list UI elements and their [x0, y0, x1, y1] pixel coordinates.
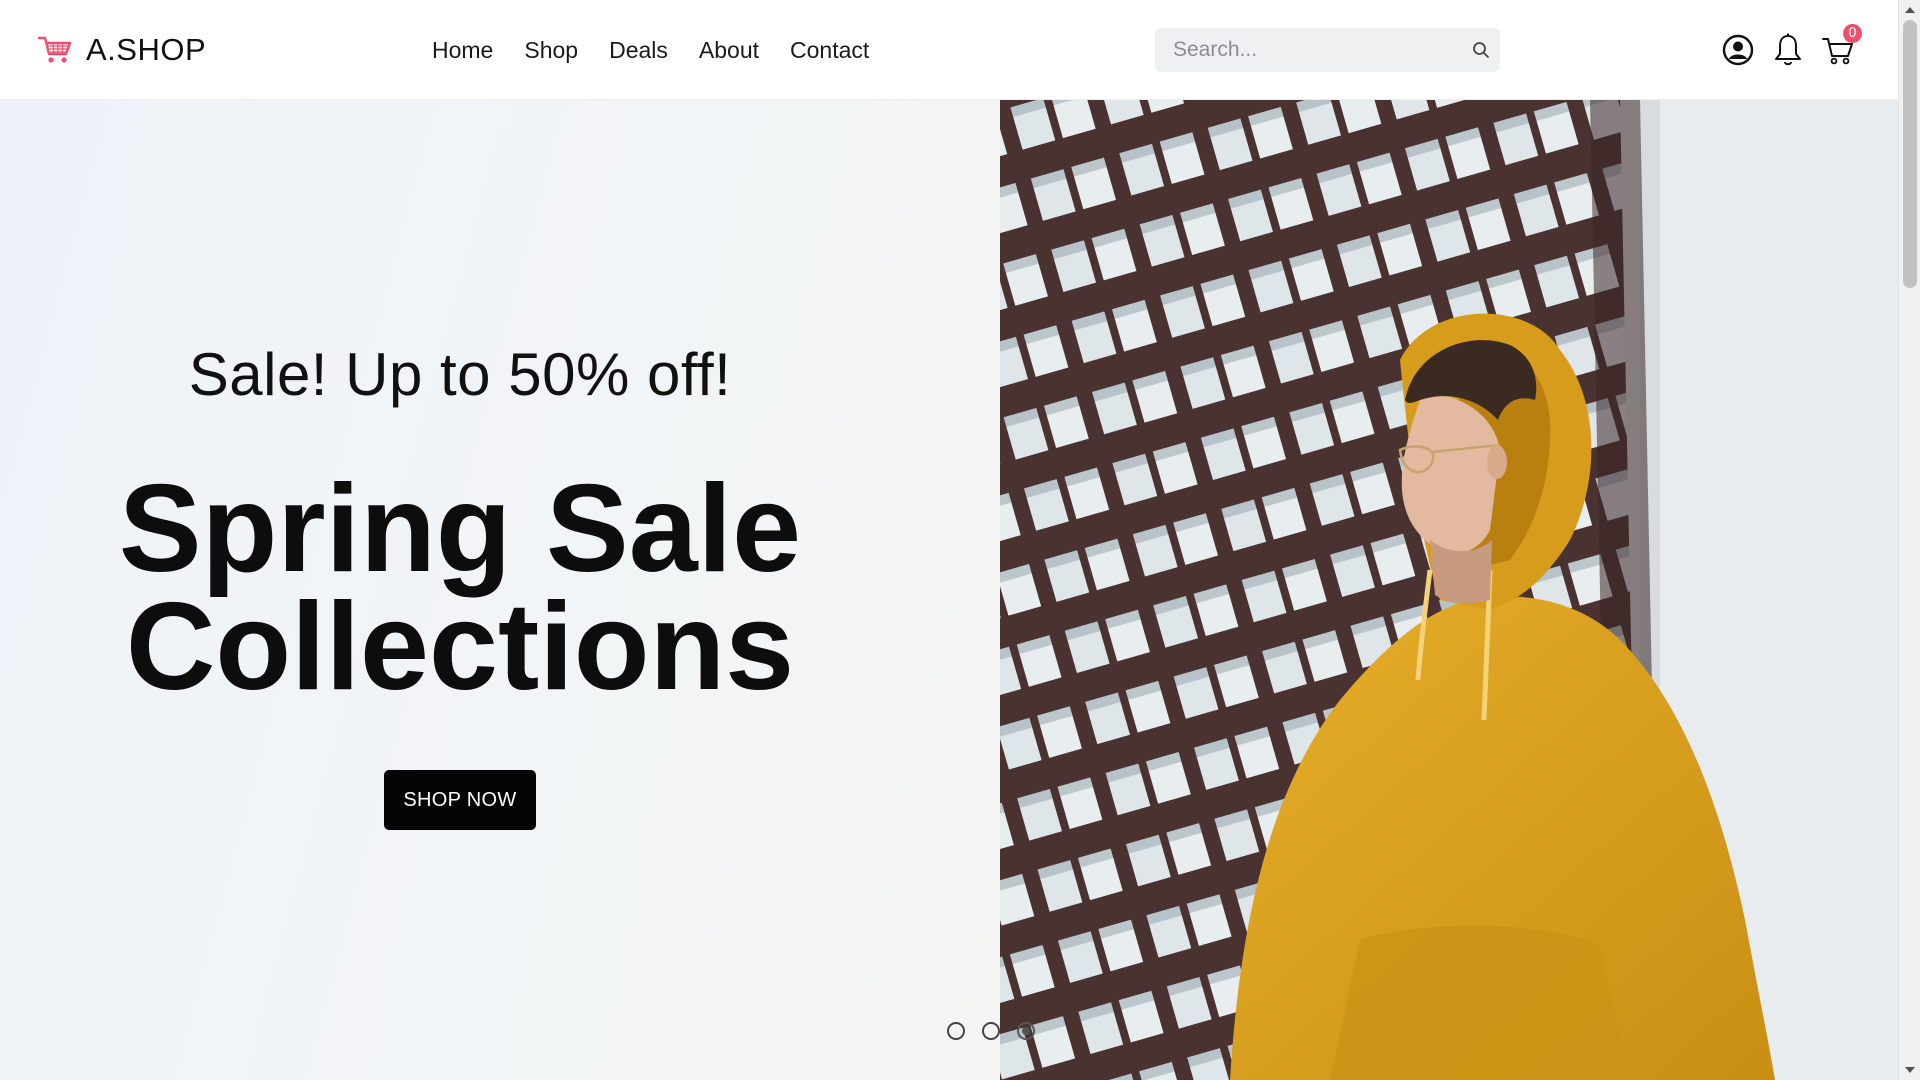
scrollbar-thumb[interactable] — [1903, 20, 1917, 288]
search-input[interactable] — [1155, 28, 1462, 72]
page-scrollbar[interactable] — [1898, 0, 1920, 1080]
carousel-dot-2[interactable] — [982, 1022, 1000, 1040]
hero-banner: Sale! Up to 50% off! Spring Sale Collect… — [0, 100, 1898, 1080]
carousel-dot-1[interactable] — [947, 1022, 965, 1040]
cart-count-badge: 0 — [1843, 24, 1862, 43]
page: A.SHOP Home Shop Deals About Contact Sea… — [0, 0, 1920, 1080]
nav-about-link[interactable]: About — [699, 34, 759, 66]
shopping-cart-icon — [38, 35, 72, 65]
man-in-yellow-hoodie-photo — [1000, 100, 1898, 1080]
nav-shop-link[interactable]: Shop — [524, 34, 578, 66]
brand-logo-link[interactable]: A.SHOP — [38, 30, 206, 70]
shop-now-button[interactable]: SHOP NOW — [384, 770, 536, 830]
site-header: A.SHOP Home Shop Deals About Contact Sea… — [0, 0, 1898, 100]
cart-icon[interactable]: 0 — [1822, 24, 1862, 70]
user-account-icon[interactable] — [1722, 30, 1754, 70]
notification-bell-icon[interactable] — [1772, 30, 1804, 70]
header-actions: 0 — [1722, 24, 1862, 70]
nav-deals-link[interactable]: Deals — [609, 34, 668, 66]
search-bar — [1155, 28, 1500, 72]
nav-home-link[interactable]: Home — [432, 34, 493, 66]
search-icon[interactable] — [1462, 28, 1500, 72]
hero-title-line-1: Spring Sale — [118, 460, 802, 598]
hero-title-line-2: Collections — [125, 578, 795, 716]
hero-image — [1000, 100, 1898, 1080]
hero-subtitle: Sale! Up to 50% off! — [188, 341, 732, 408]
scroll-down-arrow-icon[interactable] — [1899, 1060, 1920, 1080]
hero-text-panel: Sale! Up to 50% off! Spring Sale Collect… — [0, 100, 1000, 1080]
scroll-up-arrow-icon[interactable] — [1899, 0, 1920, 20]
brand-name: A.SHOP — [86, 32, 207, 67]
main-nav: Home Shop Deals About Contact — [432, 34, 869, 66]
carousel-indicators — [947, 1022, 1035, 1040]
hero-title: Spring Sale Collections — [0, 460, 920, 716]
carousel-dot-3-active[interactable] — [1017, 1022, 1035, 1040]
nav-contact-link[interactable]: Contact — [790, 34, 869, 66]
